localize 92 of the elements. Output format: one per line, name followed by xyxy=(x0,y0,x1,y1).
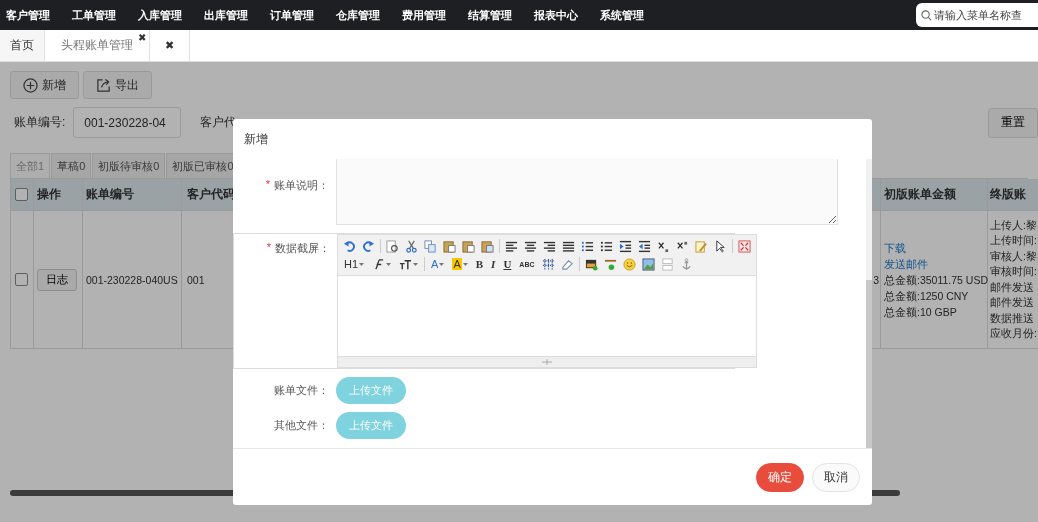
confirm-button[interactable]: 确定 xyxy=(756,462,804,492)
table-link[interactable]: 发送邮件 xyxy=(884,255,928,272)
image-insert-icon[interactable] xyxy=(583,257,599,271)
table-link[interactable]: 下载 xyxy=(884,239,906,256)
table-cell-text: 应收月份: xyxy=(990,326,1037,341)
column-header: 操作 xyxy=(37,186,61,203)
reset-button[interactable]: 重置 xyxy=(988,107,1038,138)
table-cell: 邮件发送 xyxy=(990,279,1034,295)
filter-label: 账单编号: xyxy=(14,114,66,131)
table-cell-text: 审核时间: xyxy=(990,264,1037,279)
select-all-checkbox[interactable] xyxy=(15,188,28,201)
caret-icon xyxy=(439,262,445,266)
indent-icon[interactable] xyxy=(618,239,633,253)
fullscreen-icon[interactable] xyxy=(737,239,752,253)
menu-search-field[interactable]: 请输入菜单名称查 xyxy=(916,3,1038,27)
search-icon xyxy=(921,9,932,21)
close-tab-icon[interactable]: ✖ xyxy=(138,33,146,43)
cursor-icon[interactable] xyxy=(713,239,728,253)
table-cell: 数据推送 xyxy=(990,310,1034,326)
table-cell: 上传人:黎 xyxy=(990,217,1037,233)
status-tab[interactable]: 初版待审核0 xyxy=(92,153,166,178)
numbered-list-icon[interactable] xyxy=(580,239,595,253)
export-button[interactable]: 导出 xyxy=(83,71,152,99)
column-header: 账单编号 xyxy=(86,186,134,203)
dotted-grid-icon[interactable] xyxy=(540,257,556,271)
table-cell: 001-230228-040US xyxy=(86,273,178,286)
copy-icon[interactable] xyxy=(423,239,438,253)
caret-icon xyxy=(386,262,392,266)
nav-menu-item[interactable]: 报表中心 xyxy=(528,7,589,23)
field-label: 账单文件： xyxy=(274,383,329,398)
resize-handle-icon[interactable] xyxy=(542,359,552,365)
table-cell-text: 总金额:35011.75 USD xyxy=(884,272,989,288)
nav-menu-item[interactable]: 工单管理 xyxy=(66,7,127,23)
font-family-icon[interactable] xyxy=(372,257,386,271)
nav-menu-item[interactable]: 系统管理 xyxy=(594,7,655,23)
paste-word-icon[interactable] xyxy=(480,239,495,253)
outdent-icon[interactable] xyxy=(637,239,652,253)
required-mark: * xyxy=(265,178,270,192)
table-cell: 3 xyxy=(873,273,879,286)
vertical-scrollbar[interactable] xyxy=(866,159,872,448)
table-cell: 001 xyxy=(187,273,205,286)
caret-icon xyxy=(462,262,468,266)
nav-menu-item[interactable]: 仓库管理 xyxy=(330,7,391,23)
nav-menu-item[interactable]: 出库管理 xyxy=(198,7,259,23)
bill-number-field[interactable]: 001-230228-04 xyxy=(73,107,182,138)
field-label: 数据截屏： xyxy=(275,241,330,256)
preview-icon[interactable] xyxy=(385,239,400,253)
log-button[interactable]: 日志 xyxy=(37,268,77,291)
required-mark: * xyxy=(266,241,271,255)
page-tab[interactable]: 首页 xyxy=(0,30,45,61)
nav-menu-item[interactable]: 结算管理 xyxy=(462,7,523,23)
column-header: 终版账 xyxy=(990,186,1026,203)
field-label: 其他文件： xyxy=(274,418,329,433)
align-center-icon[interactable] xyxy=(523,239,538,253)
table-cell-text: 总金额:1250 CNY xyxy=(884,288,969,304)
bullet-list-icon[interactable] xyxy=(599,239,614,253)
field-label: 账单说明： xyxy=(274,178,329,193)
font-size-dropdown[interactable] xyxy=(397,257,421,271)
table-cell-text: 邮件发送 xyxy=(990,295,1034,310)
font-color-dropdown[interactable]: A xyxy=(429,258,447,270)
font-size-icon[interactable] xyxy=(399,257,413,271)
cancel-button[interactable]: 取消 xyxy=(812,462,860,492)
nav-menu-item[interactable]: 客户管理 xyxy=(0,7,61,23)
table-cell: 审核人:黎 xyxy=(990,248,1037,264)
plus-circle-icon xyxy=(23,77,38,93)
line-insert-icon[interactable] xyxy=(602,257,618,271)
paste-icon[interactable] xyxy=(442,239,457,253)
paste-text-icon[interactable] xyxy=(461,239,476,253)
column-header: 初版账单金额 xyxy=(884,186,956,203)
description-field[interactable] xyxy=(336,159,838,225)
bold-button[interactable]: B xyxy=(473,258,486,270)
undo-icon[interactable] xyxy=(342,239,357,253)
heading-dropdown[interactable]: H1 xyxy=(342,258,367,270)
align-right-icon[interactable] xyxy=(542,239,557,253)
export-icon xyxy=(96,77,111,93)
add-button[interactable]: 新增 xyxy=(10,71,79,99)
nav-menu-item[interactable]: 入库管理 xyxy=(132,7,193,23)
caret-icon xyxy=(413,262,419,266)
row-checkbox[interactable] xyxy=(15,273,28,286)
nav-menu-item[interactable]: 订单管理 xyxy=(264,7,325,23)
dialog-title: 新增 xyxy=(244,130,268,148)
status-tab[interactable]: 草稿0 xyxy=(51,153,92,178)
table-cell-text: 上传时间: xyxy=(990,233,1037,248)
underline-button[interactable]: U xyxy=(501,258,514,270)
redo-icon[interactable] xyxy=(361,239,376,253)
align-left-icon[interactable] xyxy=(504,239,519,253)
scissors-icon[interactable] xyxy=(404,239,419,253)
italic-button[interactable]: I xyxy=(489,258,498,270)
nav-menu-item[interactable]: 费用管理 xyxy=(396,7,457,23)
caret-icon xyxy=(359,262,365,266)
align-justify-icon[interactable] xyxy=(561,239,576,253)
table-cell-text: 总金额:10 GBP xyxy=(884,304,957,320)
